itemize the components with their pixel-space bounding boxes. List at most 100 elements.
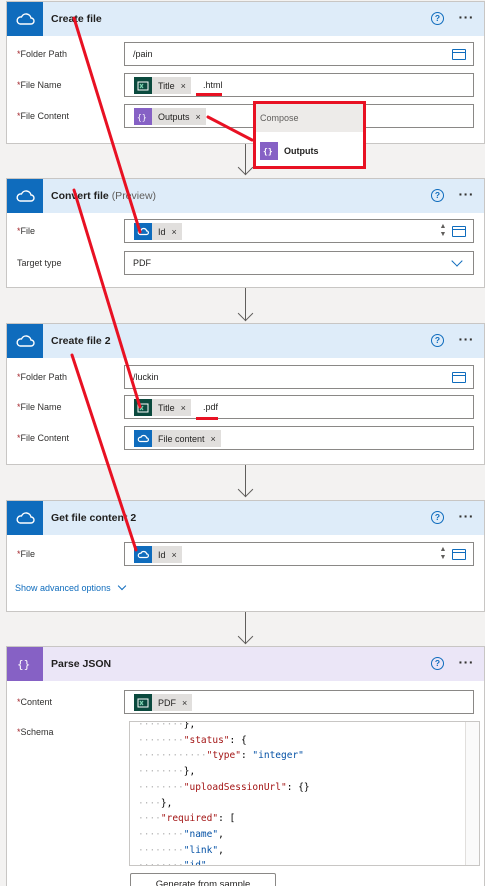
schema-code-line: ········"status": {	[138, 733, 458, 749]
file-row: *File Id × ▲ ▼	[7, 542, 484, 566]
indent-guide: ········	[138, 721, 184, 730]
json-punctuation: ,	[218, 844, 224, 856]
schema-editor[interactable]: ········}, ········"status": {···········…	[129, 721, 480, 866]
get-file-content-2-header[interactable]: Get file content 2 ? ···	[7, 501, 484, 535]
folder-path-input[interactable]: /pain	[124, 42, 474, 66]
schema-code-line: ········},	[138, 764, 458, 780]
flow-designer-canvas: Create file ? ··· *Folder Path /pain *Fi…	[0, 0, 485, 886]
file-content-input[interactable]: File content ×	[124, 426, 474, 450]
file-name-input[interactable]: Title × .html	[124, 73, 474, 97]
remove-token-icon[interactable]: ×	[196, 112, 201, 122]
folder-icon[interactable]	[452, 226, 466, 237]
compose-popup-header: Compose	[256, 104, 363, 132]
create-file-2-header[interactable]: Create file 2 ? ···	[7, 324, 484, 358]
json-punctuation: ,	[206, 860, 213, 866]
more-options-icon[interactable]: ···	[459, 332, 475, 346]
file-name-label: File Name	[20, 402, 62, 412]
spin-button[interactable]: ▲ ▼	[439, 546, 447, 562]
remove-token-icon[interactable]: ×	[172, 227, 177, 237]
spin-button[interactable]: ▲ ▼	[439, 223, 447, 239]
file-content-row: *File Content {} Outputs ×	[7, 104, 484, 128]
content-row: *Content PDF ×	[7, 690, 484, 714]
compose-outputs-item[interactable]: {} Outputs	[260, 142, 319, 160]
json-punctuation: :	[240, 750, 253, 762]
indent-guide: ············	[138, 750, 207, 762]
generate-from-sample-button[interactable]: Generate from sample	[130, 873, 276, 886]
onedrive-cloud-icon	[7, 179, 43, 213]
compose-braces-icon: {}	[260, 142, 278, 160]
card-title: Get file content 2	[51, 512, 137, 524]
folder-icon[interactable]	[452, 549, 466, 560]
title-token[interactable]: Title ×	[134, 77, 191, 94]
connector-arrow-icon	[237, 305, 254, 322]
folder-icon[interactable]	[452, 372, 466, 383]
remove-token-icon[interactable]: ×	[172, 550, 177, 560]
onedrive-cloud-icon	[7, 2, 43, 36]
schema-code-line: ········},	[138, 721, 458, 733]
remove-token-icon[interactable]: ×	[181, 81, 186, 91]
more-options-icon[interactable]: ···	[459, 509, 475, 523]
file-content-label: File Content	[20, 433, 70, 443]
remove-token-icon[interactable]: ×	[211, 434, 216, 444]
folder-path-label: Folder Path	[20, 49, 68, 59]
create-file-header[interactable]: Create file ? ···	[7, 2, 484, 36]
help-icon[interactable]: ?	[431, 657, 444, 670]
json-punctuation: : {}	[286, 781, 310, 793]
folder-path-input[interactable]: /luckin	[124, 365, 474, 389]
json-punctuation: : {	[229, 734, 247, 746]
folder-icon[interactable]	[452, 49, 466, 60]
help-icon[interactable]: ?	[431, 511, 444, 524]
id-token[interactable]: Id ×	[134, 546, 182, 563]
convert-file-card: Convert file (Preview) ? ··· *File Id × …	[6, 178, 485, 288]
file-content-row: *File Content File content ×	[7, 426, 484, 450]
excel-table-icon	[134, 77, 152, 94]
id-token[interactable]: Id ×	[134, 223, 182, 240]
remove-token-icon[interactable]: ×	[181, 403, 186, 413]
target-type-dropdown[interactable]: PDF	[124, 251, 474, 275]
svg-text:{}: {}	[263, 147, 273, 156]
connector-arrow-icon	[237, 481, 254, 498]
target-type-value: PDF	[133, 258, 151, 268]
more-options-icon[interactable]: ···	[459, 10, 475, 24]
file-input[interactable]: Id × ▲ ▼	[124, 219, 474, 243]
help-icon[interactable]: ?	[431, 189, 444, 202]
json-punctuation: },	[160, 797, 173, 809]
json-punctuation: },	[183, 766, 196, 778]
file-content-token[interactable]: File content ×	[134, 430, 221, 447]
title-token[interactable]: Title ×	[134, 399, 191, 416]
show-advanced-options-link[interactable]: Show advanced options	[15, 581, 126, 593]
indent-guide: ········	[138, 844, 184, 856]
compose-suggestion-popup: Compose {} Outputs	[253, 101, 366, 169]
file-label: File	[20, 226, 36, 236]
indent-guide: ····	[138, 813, 161, 825]
file-input[interactable]: Id × ▲ ▼	[124, 542, 474, 566]
remove-token-icon[interactable]: ×	[182, 698, 187, 708]
svg-text:{}: {}	[137, 113, 147, 122]
parse-json-header[interactable]: {} Parse JSON ? ···	[7, 647, 484, 681]
file-row: *File Id × ▲ ▼	[7, 219, 484, 243]
file-name-row: *File Name Title × .html	[7, 73, 484, 97]
pdf-token[interactable]: PDF ×	[134, 694, 193, 711]
scrollbar[interactable]	[465, 722, 479, 865]
svg-text:{}: {}	[17, 658, 30, 671]
json-string: "integer"	[252, 750, 304, 762]
content-input[interactable]: PDF ×	[124, 690, 474, 714]
indent-guide: ········	[138, 781, 184, 793]
json-string: "id"	[183, 860, 207, 866]
more-options-icon[interactable]: ···	[459, 655, 475, 669]
card-title: Create file	[51, 13, 102, 25]
onedrive-cloud-icon	[134, 546, 152, 563]
json-punctuation: },	[183, 721, 196, 730]
help-icon[interactable]: ?	[431, 334, 444, 347]
outputs-token[interactable]: {} Outputs ×	[134, 108, 206, 125]
folder-path-value: /pain	[133, 49, 153, 59]
more-options-icon[interactable]: ···	[459, 187, 475, 201]
json-string: "name"	[183, 828, 219, 840]
annotation-underline	[196, 417, 218, 420]
convert-file-header[interactable]: Convert file (Preview) ? ···	[7, 179, 484, 213]
help-icon[interactable]: ?	[431, 12, 444, 25]
compose-braces-icon: {}	[134, 108, 152, 125]
file-label: File	[20, 549, 36, 559]
file-name-input[interactable]: Title × .pdf	[124, 395, 474, 419]
schema-code-line: ········"name",	[138, 827, 458, 843]
